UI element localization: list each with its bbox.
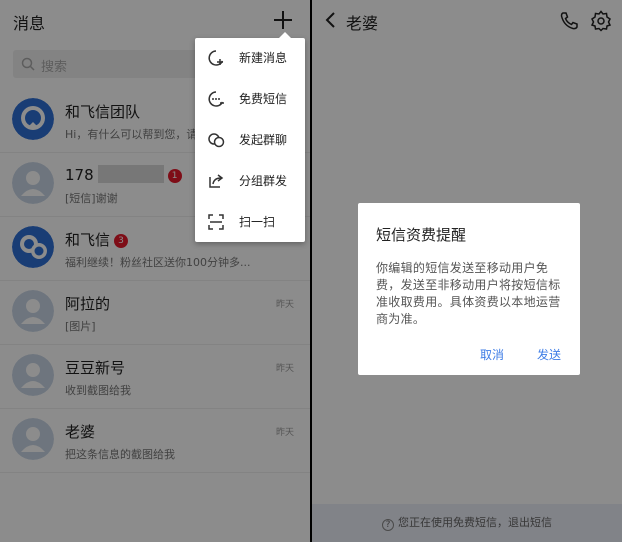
menu-item-label: 分组群发 <box>239 174 288 188</box>
menu-item-label: 扫一扫 <box>239 215 276 229</box>
plus-dropdown-menu: 新建消息 免费短信 发起群聊 分组群发 扫一扫 <box>195 32 305 242</box>
menu-item-new-message[interactable]: 新建消息 <box>195 38 305 78</box>
group-send-icon <box>209 174 224 188</box>
menu-item-free-sms[interactable]: 免费短信 <box>195 79 305 119</box>
dialog-title: 短信资费提醒 <box>376 226 467 244</box>
message-list-screen: 消息 搜索 和飞信团队 Hi，有什么可以帮到您，请 178 1 [短信]谢谢 和… <box>0 0 310 542</box>
free-sms-icon <box>208 91 224 107</box>
cancel-button[interactable]: 取消 <box>480 346 504 363</box>
menu-item-group-chat[interactable]: 发起群聊 <box>195 120 305 160</box>
menu-item-label: 发起群聊 <box>239 133 288 147</box>
menu-item-label: 免费短信 <box>239 92 288 106</box>
sms-fee-dialog: 短信资费提醒 你编辑的短信发送至移动用户免费，发送至非移动用户将按短信标准收取费… <box>358 203 580 375</box>
chat-screen: 老婆 ? 您正在使用免费短信，退出短信 短信资费提醒 你编辑的短信发送至移动用户免… <box>312 0 622 542</box>
new-message-icon <box>208 50 224 66</box>
dialog-message: 你编辑的短信发送至移动用户免费，发送至非移动用户将按短信标准收取费用。具体资费以… <box>376 261 561 326</box>
send-button[interactable]: 发送 <box>537 346 561 363</box>
menu-item-group-send[interactable]: 分组群发 <box>195 161 305 201</box>
menu-item-scan[interactable]: 扫一扫 <box>195 202 305 242</box>
scan-icon <box>208 214 224 230</box>
menu-item-label: 新建消息 <box>239 51 288 65</box>
group-chat-icon <box>208 133 225 148</box>
